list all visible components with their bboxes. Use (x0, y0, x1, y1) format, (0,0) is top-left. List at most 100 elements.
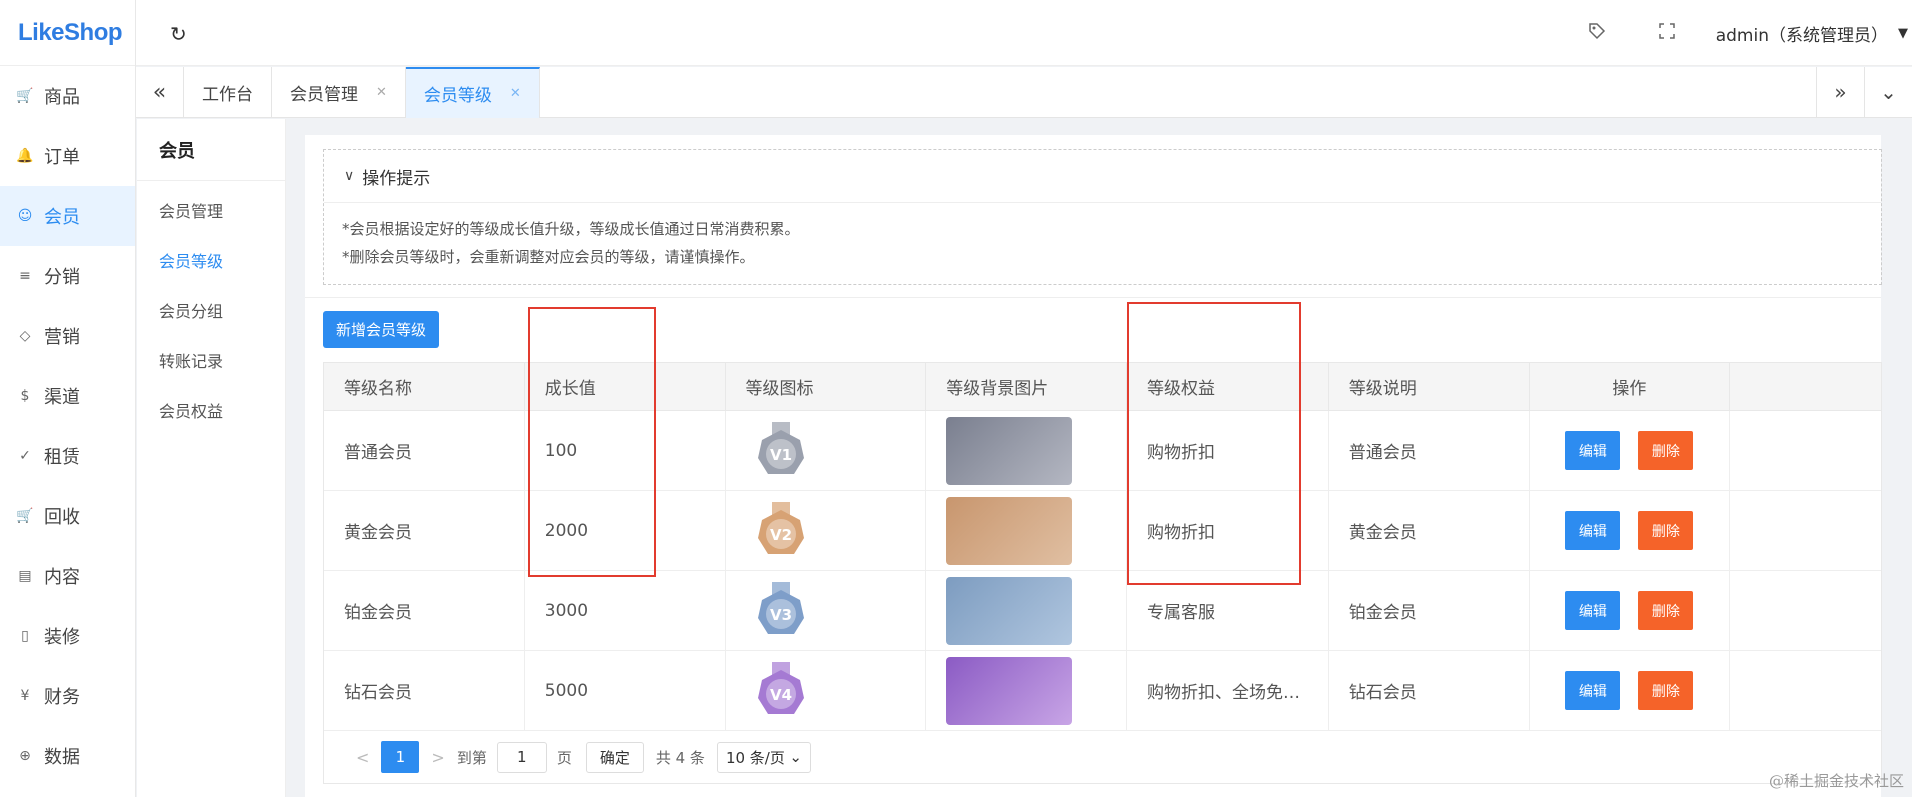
level-bg-cell (926, 411, 1127, 490)
highlight-growth-column (528, 307, 656, 577)
page-size-value: 10 条/页 (725, 748, 785, 767)
sub-nav-item[interactable]: 会员权益 (137, 385, 285, 435)
pagination: < 1 > 到第 1 页 确定 共 4 条 10 条/页 ⌄ (324, 731, 1881, 783)
page-size-select[interactable]: 10 条/页 ⌄ (716, 741, 811, 773)
sub-nav-item[interactable]: 转账记录 (137, 335, 285, 385)
dollar-icon: $ (20, 388, 30, 404)
goto-confirm-button[interactable]: 确定 (585, 741, 644, 773)
add-level-button[interactable]: 新增会员等级 (323, 311, 439, 348)
tips-header[interactable]: ∨ 操作提示 (324, 150, 1881, 203)
level-badge-cell: V3 (726, 571, 927, 650)
column-header: 操作 (1530, 363, 1731, 410)
page-number[interactable]: 1 (381, 741, 420, 773)
diamond-icon: ◇ (19, 328, 31, 344)
top-header: ↻ admin（系统管理员） ▼ (136, 0, 1912, 66)
globe-icon: ⊕ (19, 748, 31, 764)
main-sidebar: LikeShop 🛒 商品 🔔 订单 ☺ 会员 ≡ 分销 ◇ 营销 $ 渠道 ✓ 租赁 🛒 回收 ▤ 内容 ▯ 装修 ¥… (0, 0, 136, 797)
close-icon[interactable]: ✕ (376, 85, 387, 100)
nav-item-label: 商品 (44, 87, 80, 108)
growth-value: 3000 (525, 571, 726, 650)
tab[interactable]: 工作台 (184, 67, 272, 118)
nav-item[interactable]: ⊕ 数据 (0, 726, 135, 786)
delete-button[interactable]: 删除 (1638, 671, 1694, 710)
nav-item[interactable]: ▤ 内容 (0, 546, 135, 606)
nav-item-label: 分销 (44, 267, 80, 288)
chevron-down-icon: ∨ (344, 168, 355, 184)
level-rights: 购物折扣、全场免… (1127, 651, 1329, 730)
level-badge-icon: V4 (757, 661, 804, 714)
edit-button[interactable]: 编辑 (1565, 511, 1621, 550)
operation-tips: ∨ 操作提示 *会员根据设定好的等级成长值升级，等级成长值通过日常消费积累。 *… (323, 149, 1882, 285)
goto-page-input[interactable]: 1 (496, 741, 547, 773)
level-badge-icon: V1 (757, 421, 804, 474)
nav-item[interactable]: ▯ 装修 (0, 606, 135, 666)
delete-button[interactable]: 删除 (1638, 591, 1694, 630)
tabs-menu-chevron-icon[interactable]: ⌄ (1864, 67, 1912, 117)
nav-item[interactable]: ☺ 会员 (0, 186, 135, 246)
tab-label: 会员管理 (290, 85, 358, 105)
highlight-rights-column (1127, 302, 1301, 585)
svg-text:V4: V4 (769, 686, 791, 704)
row-actions: 编辑 删除 (1530, 651, 1731, 730)
delete-button[interactable]: 删除 (1638, 511, 1694, 550)
caret-down-icon[interactable]: ▼ (1898, 26, 1908, 41)
tabs-scroll-left-icon[interactable]: « (136, 67, 184, 117)
level-bg-image (946, 576, 1073, 645)
edit-button[interactable]: 编辑 (1565, 431, 1621, 470)
growth-value: 5000 (525, 651, 726, 730)
fullscreen-icon[interactable] (1632, 22, 1702, 45)
nav-item-label: 渠道 (44, 387, 80, 408)
user-menu[interactable]: admin（系统管理员） (1702, 21, 1898, 46)
sub-sidebar: 会员 会员管理 会员等级 会员分组 转账记录 会员权益 (137, 119, 286, 797)
total-count: 共 4 条 (655, 748, 705, 767)
svg-text:V2: V2 (769, 526, 791, 544)
next-page-icon[interactable]: > (431, 748, 444, 767)
edit-button[interactable]: 编辑 (1565, 591, 1621, 630)
tab-label: 工作台 (202, 85, 253, 105)
close-icon[interactable]: ✕ (510, 86, 521, 101)
nav-item[interactable]: $ 渠道 (0, 366, 135, 426)
row-actions: 编辑 删除 (1530, 571, 1731, 650)
sub-nav-item[interactable]: 会员等级 (137, 235, 285, 285)
level-bg-image (946, 656, 1073, 725)
sub-nav-item[interactable]: 会员管理 (137, 185, 285, 235)
level-badge-icon: V3 (757, 581, 804, 634)
edit-button[interactable]: 编辑 (1565, 671, 1621, 710)
bell-icon: 🔔 (16, 148, 34, 164)
delete-button[interactable]: 删除 (1638, 431, 1694, 470)
tab[interactable]: 会员等级 ✕ (405, 67, 540, 118)
level-bg-cell (926, 651, 1127, 730)
level-description: 铂金会员 (1329, 571, 1530, 650)
tab-bar: « 工作台 会员管理 ✕ 会员等级 ✕ » ⌄ (136, 67, 1912, 118)
tab[interactable]: 会员管理 ✕ (272, 67, 406, 118)
nav-item[interactable]: ≡ 分销 (0, 246, 135, 306)
cart-icon: 🛒 (16, 88, 34, 104)
prev-page-icon[interactable]: < (356, 748, 369, 767)
empty-cell (1730, 651, 1881, 730)
level-description: 钻石会员 (1329, 651, 1530, 730)
main-content: ∨ 操作提示 *会员根据设定好的等级成长值升级，等级成长值通过日常消费积累。 *… (305, 135, 1882, 797)
chevron-down-icon: ⌄ (789, 748, 802, 766)
goto-label: 到第 (456, 748, 487, 767)
nav-item[interactable]: ◇ 营销 (0, 306, 135, 366)
sub-nav-item[interactable]: 会员分组 (137, 285, 285, 335)
svg-text:V3: V3 (769, 606, 791, 624)
nav-item[interactable]: 🔔 订单 (0, 126, 135, 186)
logo[interactable]: LikeShop (0, 0, 135, 66)
nav-item[interactable]: 🛒 回收 (0, 486, 135, 546)
level-badge-cell: V2 (726, 491, 927, 570)
nav-item[interactable]: 🛒 商品 (0, 66, 135, 126)
table-row: 铂金会员 3000 V3 专属客服 铂金会员 编辑 删除 (324, 571, 1881, 651)
refresh-icon[interactable]: ↻ (170, 22, 187, 46)
shield-icon: ✓ (19, 448, 31, 464)
tip-line: *会员根据设定好的等级成长值升级，等级成长值通过日常消费积累。 (342, 220, 800, 238)
level-badge-cell: V4 (726, 651, 927, 730)
tag-icon[interactable] (1562, 21, 1632, 46)
nav-item[interactable]: ✓ 租赁 (0, 426, 135, 486)
cart-icon: 🛒 (16, 508, 34, 524)
watermark: @稀土掘金技术社区 (1768, 772, 1904, 790)
nav-item[interactable]: ¥ 财务 (0, 666, 135, 726)
yen-icon: ¥ (20, 688, 30, 704)
empty-cell (1730, 411, 1881, 490)
tabs-scroll-right-icon[interactable]: » (1816, 67, 1864, 117)
